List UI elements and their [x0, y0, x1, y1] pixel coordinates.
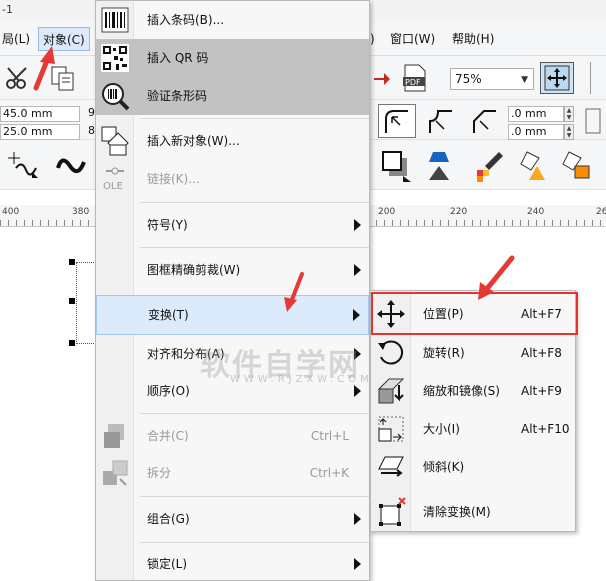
red-arrow-icon: [284, 272, 304, 312]
red-arrow-icon: [33, 46, 55, 91]
screen: -1 局(L) 对象(C) ) 窗口(W) 帮助(H) PDF 75% ▼ 45…: [0, 0, 606, 581]
red-arrow-icon: [478, 255, 515, 300]
annotation-arrows: [33, 46, 515, 312]
